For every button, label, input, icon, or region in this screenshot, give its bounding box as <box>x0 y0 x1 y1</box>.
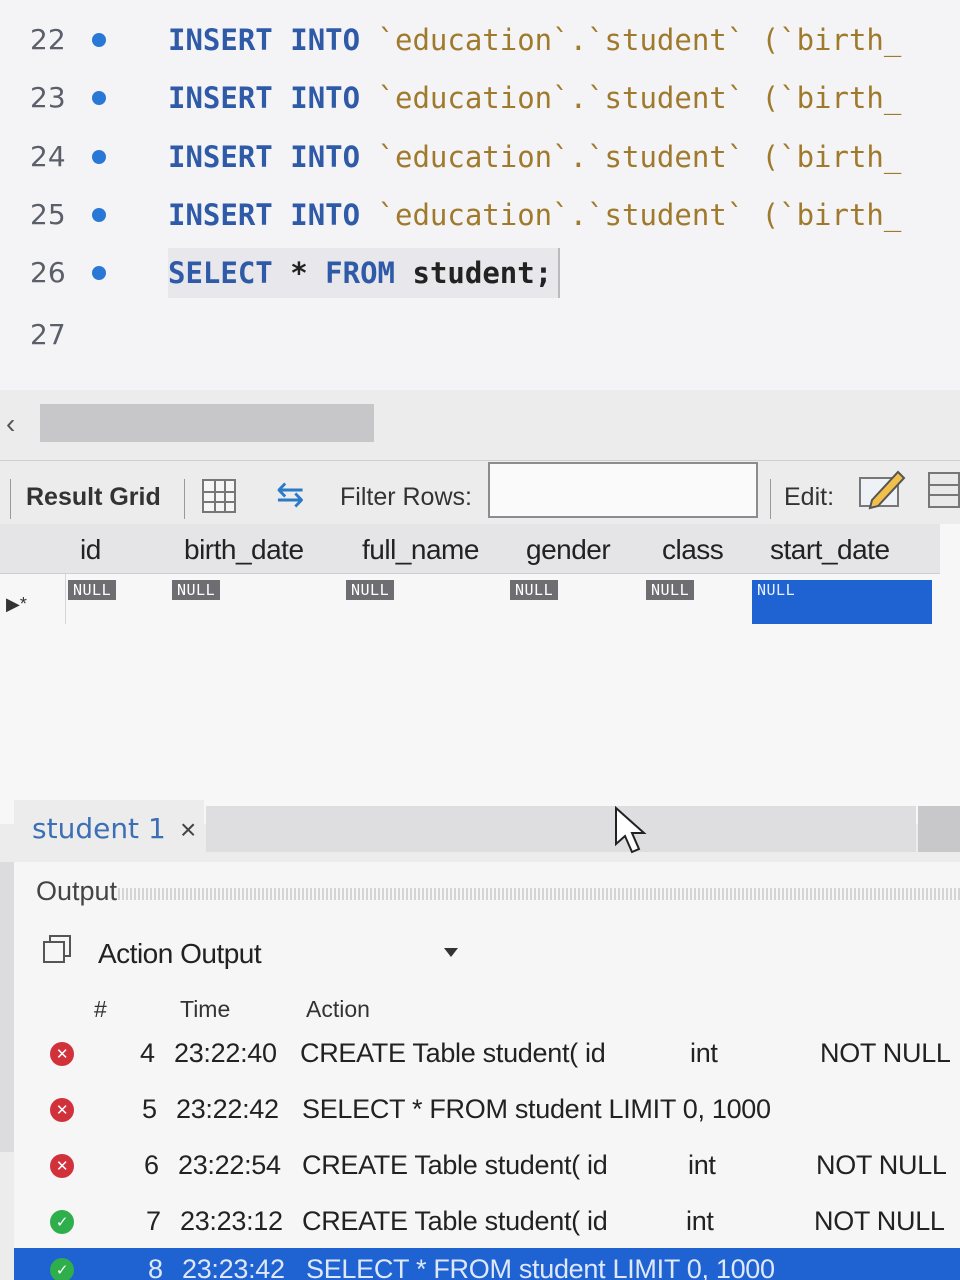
column-header-number: # <box>94 996 107 1022</box>
output-type-select[interactable]: Action Output <box>98 938 262 970</box>
output-row[interactable]: ✕ 5 23:22:42 SELECT * FROM student LIMIT… <box>14 1082 960 1136</box>
code-line[interactable]: 23 INSERT INTO `education`.`student` (`b… <box>0 73 960 123</box>
column-header-class[interactable]: class <box>662 534 724 566</box>
mouse-pointer-icon <box>615 806 647 854</box>
output-title: Output <box>36 876 118 906</box>
statement-marker-icon <box>92 150 106 164</box>
line-number: 26 <box>30 256 66 289</box>
result-toolbar: Result Grid ⇆ Filter Rows: Edit: <box>0 460 960 524</box>
code-line[interactable]: 24 INSERT INTO `education`.`student` (`b… <box>0 132 960 182</box>
output-row-selected[interactable]: ✓ 8 23:23:42 SELECT * FROM student LIMIT… <box>14 1248 960 1280</box>
output-row[interactable]: ✕ 4 23:22:40 CREATE Table student( id in… <box>14 1026 960 1080</box>
toolbar-separator <box>770 479 771 519</box>
tab-strip <box>206 806 916 852</box>
code-line[interactable]: 22 INSERT INTO `education`.`student` (`b… <box>0 15 960 65</box>
tab-strip-end <box>918 806 960 852</box>
code-line[interactable]: 27 <box>0 310 960 360</box>
result-grid-tab[interactable]: Result Grid <box>26 483 161 512</box>
refresh-icon[interactable]: ⇆ <box>276 475 305 515</box>
column-header-action: Action <box>306 996 370 1022</box>
table-row[interactable]: ▶* NULL NULL NULL NULL NULL NULL <box>0 576 940 624</box>
editor-horizontal-scrollbar[interactable]: ‹ <box>0 398 960 450</box>
column-header-time: Time <box>180 996 231 1022</box>
grid-header: id birth_date full_name gender class sta… <box>0 524 940 574</box>
edit-label: Edit: <box>784 483 835 511</box>
code-text: SELECT * FROM student; <box>168 248 561 298</box>
line-number: 22 <box>30 23 66 56</box>
column-header-birth-date[interactable]: birth_date <box>184 534 304 566</box>
result-grid[interactable]: id birth_date full_name gender class sta… <box>0 524 960 824</box>
line-number: 23 <box>30 81 66 114</box>
edit-pencil-icon[interactable] <box>858 466 908 510</box>
tab-student-1[interactable]: student 1 × <box>14 800 204 856</box>
toolbar-separator <box>184 479 185 519</box>
cell-class[interactable]: NULL <box>646 580 695 624</box>
code-line[interactable]: 26 SELECT * FROM student; <box>0 248 960 298</box>
output-row[interactable]: ✓ 7 23:23:12 CREATE Table student( id in… <box>14 1194 960 1248</box>
cell-birth-date[interactable]: NULL <box>172 580 221 624</box>
toolbar-separator <box>10 479 11 519</box>
cell-id[interactable]: NULL <box>68 580 117 624</box>
output-panel: Output Action Output # Time Action ✕ 4 2… <box>14 862 960 1280</box>
error-x-icon: ✕ <box>50 1042 74 1066</box>
copy-icon[interactable] <box>42 934 72 964</box>
cell-full-name[interactable]: NULL <box>346 580 395 624</box>
column-header-start-date[interactable]: start_date <box>770 534 890 566</box>
cell-gender[interactable]: NULL <box>510 580 559 624</box>
statement-marker-icon <box>92 91 106 105</box>
check-icon: ✓ <box>50 1210 74 1234</box>
filter-rows-label: Filter Rows: <box>340 483 472 511</box>
error-x-icon: ✕ <box>50 1098 74 1122</box>
error-x-icon: ✕ <box>50 1154 74 1178</box>
column-header-id[interactable]: id <box>80 534 101 566</box>
statement-marker-icon <box>92 208 106 222</box>
close-icon[interactable]: × <box>180 814 196 846</box>
column-header-gender[interactable]: gender <box>526 534 611 566</box>
grid-view-icon[interactable] <box>202 479 236 513</box>
column-header-full-name[interactable]: full_name <box>362 534 479 566</box>
line-number: 24 <box>30 140 66 173</box>
chevron-down-icon[interactable] <box>444 948 458 957</box>
panel-edge <box>0 862 14 1152</box>
statement-marker-icon <box>92 33 106 47</box>
filter-rows-input[interactable] <box>488 462 758 518</box>
scroll-left-icon[interactable]: ‹ <box>6 408 15 440</box>
line-number: 25 <box>30 198 66 231</box>
table-icon[interactable] <box>928 472 960 508</box>
code-line[interactable]: 25 INSERT INTO `education`.`student` (`b… <box>0 190 960 240</box>
output-row[interactable]: ✕ 6 23:22:54 CREATE Table student( id in… <box>14 1138 960 1192</box>
code-text: INSERT INTO `education`.`student` (`birt… <box>168 198 902 232</box>
code-text: INSERT INTO `education`.`student` (`birt… <box>168 81 902 115</box>
new-row-marker-icon: ▶* <box>6 594 27 614</box>
code-text: INSERT INTO `education`.`student` (`birt… <box>168 23 902 57</box>
panel-drag-handle[interactable] <box>118 888 960 900</box>
sql-editor[interactable]: 22 INSERT INTO `education`.`student` (`b… <box>0 0 960 390</box>
check-icon: ✓ <box>50 1258 74 1280</box>
line-number: 27 <box>30 318 66 351</box>
scrollbar-thumb[interactable] <box>40 404 374 442</box>
statement-marker-icon <box>92 266 106 280</box>
code-text: INSERT INTO `education`.`student` (`birt… <box>168 140 902 174</box>
tab-label: student 1 <box>32 812 166 845</box>
result-tabs-bar: student 1 × <box>0 800 960 856</box>
cell-start-date[interactable]: NULL <box>752 580 932 624</box>
